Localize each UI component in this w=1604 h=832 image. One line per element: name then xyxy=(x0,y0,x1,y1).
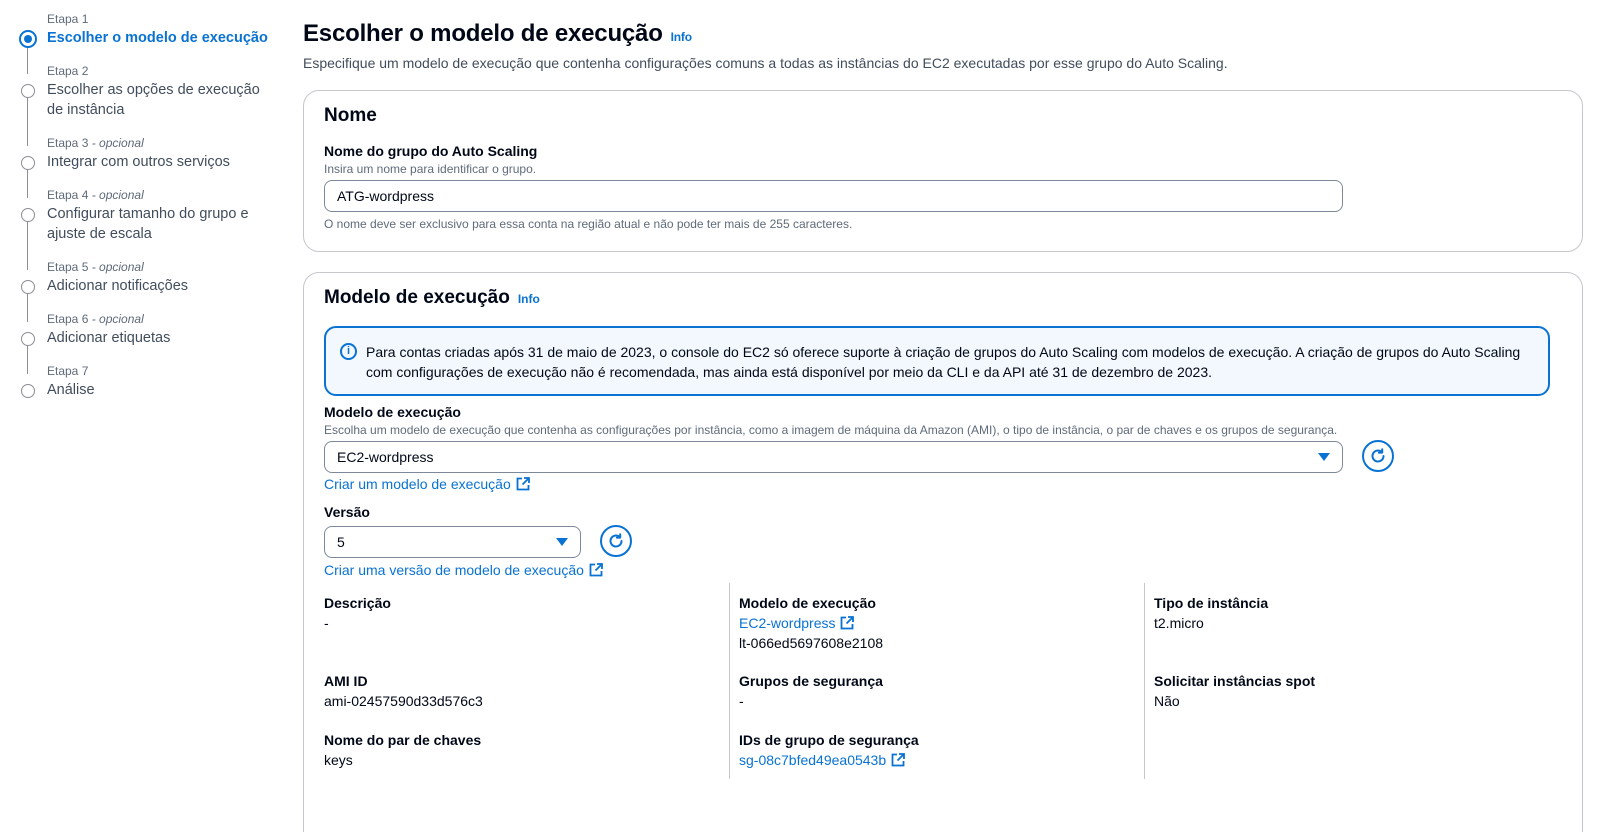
section-title-text: Modelo de execução xyxy=(324,287,510,308)
launch-template-id: lt-066ed5697608e2108 xyxy=(739,635,884,651)
caret-down-icon xyxy=(556,538,568,546)
kv-value: t2.micro xyxy=(1154,615,1204,631)
create-template-version-link[interactable]: Criar uma versão de modelo de execução xyxy=(324,562,603,578)
step-title: Configurar tamanho do grupo e ajuste de … xyxy=(47,206,249,242)
step-status-icon xyxy=(21,280,35,294)
step-status-icon xyxy=(21,332,35,346)
step-number: Etapa 7 xyxy=(47,364,89,378)
kv-key: Nome do par de chaves xyxy=(324,732,482,748)
step-number: Etapa 4 - opcional xyxy=(47,188,144,202)
wizard-step-6: Etapa 6 - opcional Adicionar etiquetas xyxy=(18,310,278,374)
wizard-steps: Etapa 1 Escolher o modelo de execução Et… xyxy=(18,10,278,414)
version-select-value: 5 xyxy=(337,534,345,550)
wizard-step-7: Etapa 7 Análise xyxy=(18,362,278,414)
kv-value: Não xyxy=(1154,693,1180,709)
step-status-icon xyxy=(21,156,35,170)
kv-security-groups: Grupos de segurança - xyxy=(739,671,1119,711)
launch-template-select[interactable]: EC2-wordpress xyxy=(324,441,1343,473)
kv-security-group-ids: IDs de grupo de segurança sg-08c7bfed49e… xyxy=(739,730,1119,770)
kv-value: - xyxy=(324,615,329,631)
step-number: Etapa 3 - opcional xyxy=(47,136,144,150)
kv-description: Descrição - xyxy=(324,593,704,633)
create-launch-template-link[interactable]: Criar um modelo de execução xyxy=(324,476,530,492)
wizard-step-1[interactable]: Etapa 1 Escolher o modelo de execução xyxy=(18,10,278,74)
kv-ami-id: AMI ID ami-02457590d33d576c3 xyxy=(324,671,704,711)
step-number: Etapa 6 - opcional xyxy=(47,312,144,326)
step-title: Adicionar notificações xyxy=(47,278,189,294)
step-title: Escolher as opções de execução de instân… xyxy=(47,82,260,118)
asg-name-label: Nome do grupo do Auto Scaling xyxy=(324,143,538,159)
kv-value: - xyxy=(739,693,744,709)
version-select[interactable]: 5 xyxy=(324,526,581,558)
refresh-icon xyxy=(1371,448,1385,463)
wizard-step-3: Etapa 3 - opcional Integrar com outros s… xyxy=(18,134,278,198)
external-link-icon xyxy=(841,616,855,630)
version-label: Versão xyxy=(324,504,370,520)
kv-key: Solicitar instâncias spot xyxy=(1154,673,1316,689)
kv-spot-instances: Solicitar instâncias spot Não xyxy=(1154,671,1534,711)
kv-key: Grupos de segurança xyxy=(739,673,883,689)
asg-name-input[interactable] xyxy=(324,180,1343,212)
step-status-icon xyxy=(19,30,37,48)
launch-template-hint: Escolha um modelo de execução que conten… xyxy=(324,423,1338,437)
kv-key: Modelo de execução xyxy=(739,595,876,611)
column-divider xyxy=(729,583,730,779)
wizard-step-2: Etapa 2 Escolher as opções de execução d… xyxy=(18,62,278,146)
external-link-icon xyxy=(891,753,906,767)
kv-value: ami-02457590d33d576c3 xyxy=(324,693,483,709)
step-status-icon xyxy=(21,208,35,222)
name-container: Nome Nome do grupo do Auto Scaling Insir… xyxy=(303,90,1583,252)
page-title: Escolher o modelo de execução Info xyxy=(303,20,692,48)
kv-key: AMI ID xyxy=(324,673,368,689)
name-section-title: Nome xyxy=(324,105,377,126)
wizard-step-5: Etapa 5 - opcional Adicionar notificaçõe… xyxy=(18,258,278,322)
wizard-step-4: Etapa 4 - opcional Configurar tamanho do… xyxy=(18,186,278,270)
info-alert: i Para contas criadas após 31 de maio de… xyxy=(324,326,1550,396)
step-status-icon xyxy=(21,84,35,98)
step-title: Adicionar etiquetas xyxy=(47,330,171,346)
external-link-icon xyxy=(589,563,603,577)
step-title[interactable]: Escolher o modelo de execução xyxy=(47,28,278,62)
link-text: Criar uma versão de modelo de execução xyxy=(324,562,584,578)
page-description: Especifique um modelo de execução que co… xyxy=(303,55,1228,71)
info-circle-icon: i xyxy=(340,343,357,360)
launch-template-label: Modelo de execução xyxy=(324,404,461,420)
info-link[interactable]: Info xyxy=(518,292,540,306)
refresh-templates-button[interactable] xyxy=(1362,440,1394,472)
alert-text: Para contas criadas após 31 de maio de 2… xyxy=(366,344,1521,380)
step-number: Etapa 2 xyxy=(47,64,89,78)
link-text: EC2-wordpress xyxy=(739,615,836,631)
launch-template-detail-link[interactable]: EC2-wordpress xyxy=(739,613,1119,633)
link-text: Criar um modelo de execução xyxy=(324,476,511,492)
kv-value: keys xyxy=(324,752,353,768)
kv-key: Descrição xyxy=(324,595,391,611)
asg-name-hint: Insira um nome para identificar o grupo. xyxy=(324,162,537,176)
security-group-id-link[interactable]: sg-08c7bfed49ea0543b xyxy=(739,750,1119,770)
external-link-icon xyxy=(516,477,530,491)
launch-template-container: Modelo de execução Info i Para contas cr… xyxy=(303,272,1583,832)
column-divider xyxy=(1144,583,1145,779)
kv-instance-type: Tipo de instância t2.micro xyxy=(1154,593,1534,633)
refresh-versions-button[interactable] xyxy=(600,525,632,557)
step-status-icon xyxy=(21,384,35,398)
step-number: Etapa 1 xyxy=(47,12,89,26)
launch-template-select-value: EC2-wordpress xyxy=(337,449,434,465)
step-title: Análise xyxy=(47,382,95,398)
launch-template-section-title: Modelo de execução Info xyxy=(324,287,540,309)
step-title: Integrar com outros serviços xyxy=(47,154,230,170)
refresh-icon xyxy=(609,533,623,548)
caret-down-icon xyxy=(1318,453,1330,461)
step-number: Etapa 5 - opcional xyxy=(47,260,144,274)
kv-launch-template: Modelo de execução EC2-wordpress lt-066e… xyxy=(739,593,1119,653)
link-text: sg-08c7bfed49ea0543b xyxy=(739,752,887,768)
info-link[interactable]: Info xyxy=(671,30,692,44)
kv-key: IDs de grupo de segurança xyxy=(739,732,919,748)
kv-key-pair: Nome do par de chaves keys xyxy=(324,730,704,770)
kv-key: Tipo de instância xyxy=(1154,595,1269,611)
asg-name-constraint: O nome deve ser exclusivo para essa cont… xyxy=(324,217,853,231)
page-title-text: Escolher o modelo de execução xyxy=(303,20,663,47)
